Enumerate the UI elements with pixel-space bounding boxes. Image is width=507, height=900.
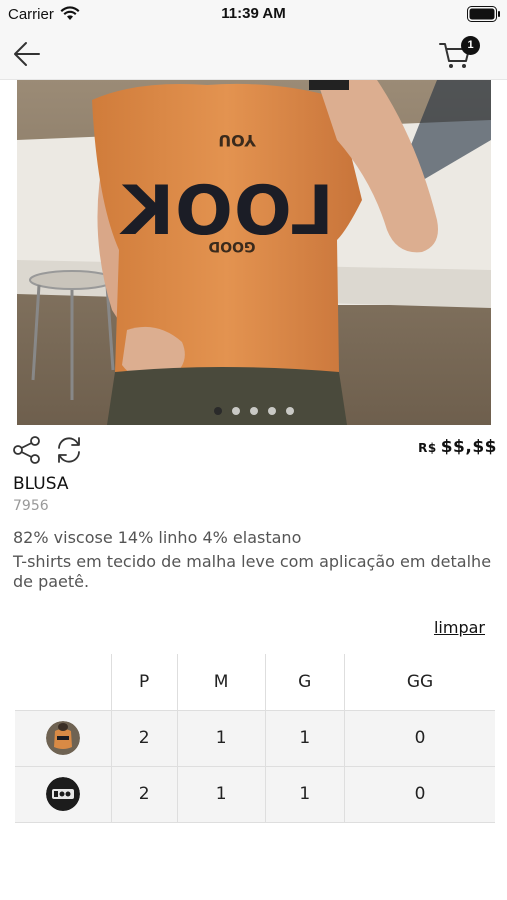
- quantity-cell[interactable]: 1: [176, 709, 266, 767]
- price-currency: R$: [418, 441, 437, 455]
- product-photo[interactable]: YOU LOOK GOOD: [17, 80, 491, 425]
- color-swatch-orange[interactable]: [45, 721, 80, 755]
- quantity-cell[interactable]: 1: [264, 709, 346, 767]
- refresh-icon[interactable]: [54, 435, 84, 465]
- product-code: 7956: [13, 498, 49, 514]
- status-bar: Carrier 11:39 AM: [0, 0, 507, 28]
- cart-count-badge: 1: [461, 36, 480, 55]
- color-row-black: 2 1 1 0: [15, 765, 495, 823]
- quantity-cell[interactable]: 1: [264, 765, 346, 823]
- color-swatch-cell[interactable]: [15, 765, 112, 823]
- product-photo-illustration: YOU LOOK GOOD: [17, 80, 491, 425]
- page-dot[interactable]: [214, 407, 222, 415]
- size-header-row: P M G GG: [15, 654, 495, 711]
- quantity-cell[interactable]: 0: [344, 709, 495, 767]
- status-time: 11:39 AM: [221, 5, 286, 22]
- size-header: GG: [344, 654, 495, 711]
- page-dot[interactable]: [250, 407, 258, 415]
- size-header: P: [110, 654, 178, 711]
- size-quantity-grid: P M G GG 2 1 1 0 2 1 1 0: [15, 654, 495, 823]
- print-bottom-text: GOOD: [209, 238, 256, 254]
- product-description: T-shirts em tecido de malha leve com apl…: [13, 552, 492, 591]
- product-title: BLUSA: [13, 474, 69, 494]
- page-dot[interactable]: [286, 407, 294, 415]
- color-swatch-cell[interactable]: [15, 709, 112, 767]
- share-icon[interactable]: [12, 435, 42, 465]
- nav-bar: 1: [0, 28, 507, 80]
- product-price: R$ $$,$$: [418, 437, 497, 457]
- page-dot[interactable]: [268, 407, 276, 415]
- arrow-left-icon[interactable]: [12, 40, 42, 68]
- size-header: G: [264, 654, 346, 711]
- clear-link[interactable]: limpar: [434, 618, 485, 637]
- quantity-cell[interactable]: 2: [110, 709, 178, 767]
- size-header: M: [176, 654, 266, 711]
- cart-button[interactable]: 1: [438, 34, 484, 72]
- page-indicator[interactable]: [17, 407, 491, 415]
- quantity-cell[interactable]: 1: [176, 765, 266, 823]
- color-row-orange: 2 1 1 0: [15, 709, 495, 767]
- page-dot[interactable]: [232, 407, 240, 415]
- color-swatch-black[interactable]: [45, 777, 80, 811]
- price-value: $$,$$: [440, 437, 497, 457]
- quantity-cell[interactable]: 2: [110, 765, 178, 823]
- product-composition: 82% viscose 14% linho 4% elastano: [13, 528, 302, 547]
- battery-icon: [467, 6, 500, 22]
- quantity-cell[interactable]: 0: [344, 765, 495, 823]
- color-column-header: [15, 654, 112, 711]
- print-top-text: YOU: [218, 131, 257, 150]
